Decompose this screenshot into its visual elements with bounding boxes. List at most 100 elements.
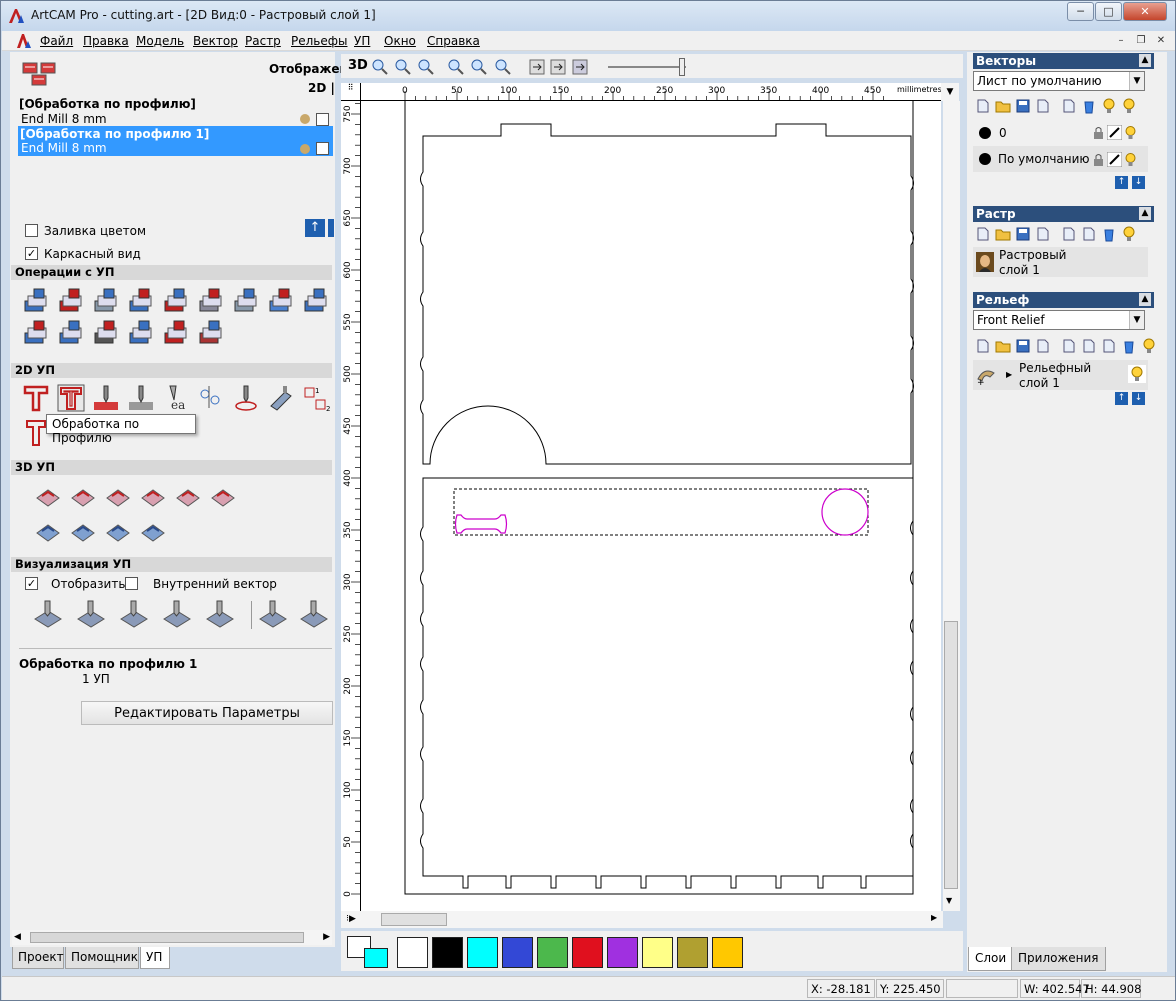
move-down-button[interactable] xyxy=(328,219,334,237)
horizontal-scroll-thumb[interactable] xyxy=(381,913,447,926)
tab-toolpaths[interactable]: УП xyxy=(140,947,170,969)
layer-color-dot[interactable] xyxy=(979,153,991,165)
collapse-up-icon[interactable]: ▲ xyxy=(1139,293,1151,306)
menu-help[interactable]: Справка xyxy=(427,34,480,48)
vectors-header[interactable]: Векторы ▲ xyxy=(973,53,1154,69)
cut-out-icon[interactable] xyxy=(34,517,62,545)
new-relief-icon[interactable] xyxy=(975,338,991,354)
zoom-slider-thumb[interactable] xyxy=(679,58,686,76)
section-toolpath-visualization[interactable]: Визуализация УП xyxy=(11,557,332,572)
top-panel-vector[interactable] xyxy=(420,123,914,465)
film-relief-icon[interactable] xyxy=(1101,338,1117,354)
simulate-toolpath-icon[interactable] xyxy=(92,287,120,315)
transform-toolpath-icon[interactable] xyxy=(232,287,260,315)
color-swatch[interactable] xyxy=(712,937,743,968)
copy-relief-icon[interactable] xyxy=(1035,338,1051,354)
image-raster-icon[interactable] xyxy=(1081,226,1097,242)
profile-3d-icon[interactable] xyxy=(104,517,132,545)
machine-relief-3d-icon[interactable] xyxy=(34,482,62,510)
engraving-icon[interactable]: ea xyxy=(162,384,190,412)
sim-all-icon[interactable] xyxy=(119,599,149,629)
layer-down-button[interactable]: ↓ xyxy=(1132,392,1145,405)
delete-layer-icon[interactable] xyxy=(1081,98,1097,114)
canvas-corner-button[interactable]: ⁝▶ xyxy=(341,911,361,928)
menu-model[interactable]: Модель xyxy=(136,34,184,48)
toolpaths-group-icon[interactable] xyxy=(21,59,61,91)
calculate-toolpath-icon[interactable] xyxy=(22,287,50,315)
tab-layers[interactable]: Слои xyxy=(968,947,1014,971)
raster-header[interactable]: Растр ▲ xyxy=(973,206,1154,222)
section-toolpath-operations[interactable]: Операции с УП xyxy=(11,265,332,280)
profile-machining-icon[interactable] xyxy=(22,384,50,412)
color-swatch[interactable] xyxy=(607,937,638,968)
sequence-icon[interactable]: 12 xyxy=(302,384,330,412)
block-simulation-icon[interactable] xyxy=(302,287,330,315)
bulb-relief-icon[interactable] xyxy=(1141,338,1157,354)
z-level-roughing-icon[interactable] xyxy=(69,482,97,510)
toolpath-list-item[interactable]: [Обработка по профилю] End Mill 8 mm xyxy=(19,96,332,128)
chevron-down-icon[interactable]: ▼ xyxy=(1129,72,1144,90)
zoom-box-icon[interactable] xyxy=(470,58,488,76)
open-folder-relief-icon[interactable] xyxy=(995,338,1011,354)
all-off-bulb-icon[interactable] xyxy=(1121,98,1137,114)
scroll-right-arrow[interactable]: ▶ xyxy=(323,932,330,942)
color-swatch[interactable] xyxy=(397,937,428,968)
sim-block-icon[interactable] xyxy=(33,599,63,629)
menu-file[interactable]: Файл xyxy=(40,34,73,48)
mdi-restore-button[interactable]: ❐ xyxy=(1133,33,1149,48)
zoom-out-icon[interactable] xyxy=(394,58,412,76)
edit-layer-icon[interactable] xyxy=(1107,152,1122,167)
batch-icon[interactable] xyxy=(162,319,190,347)
toolpath-summary-icon[interactable] xyxy=(197,287,225,315)
3d-view-button[interactable]: 3D xyxy=(348,58,368,73)
move-up-button[interactable]: ↑ xyxy=(305,219,325,237)
new-raster-icon[interactable] xyxy=(975,226,991,242)
merge-toolpaths-icon[interactable] xyxy=(162,287,190,315)
close-button[interactable]: ✕ xyxy=(1123,2,1167,21)
left-panel-scrollbar[interactable]: ◀ ▶ xyxy=(12,930,332,945)
paste-relief-icon[interactable] xyxy=(1081,338,1097,354)
relief-layer[interactable]: + ▶ Рельефный слой 1 xyxy=(973,360,1148,390)
paste-layer-icon[interactable] xyxy=(1061,98,1077,114)
toolpath-template-icon[interactable] xyxy=(127,319,155,347)
copy-raster-icon[interactable] xyxy=(1035,226,1051,242)
visibility-bulb-icon[interactable] xyxy=(1123,152,1138,167)
sim-flat-icon[interactable] xyxy=(162,599,192,629)
zoom-slider-track[interactable] xyxy=(608,66,686,68)
export-sim-icon[interactable] xyxy=(299,599,329,629)
lock-icon[interactable] xyxy=(1091,152,1106,167)
new-layer-icon[interactable] xyxy=(975,98,991,114)
relief-select[interactable]: Front Relief ▼ xyxy=(973,310,1145,330)
copy-layer-icon[interactable] xyxy=(1035,98,1051,114)
show-checkbox[interactable]: ✓ xyxy=(25,577,38,590)
mdi-close-button[interactable]: ✕ xyxy=(1153,33,1169,48)
tab-project[interactable]: Проект xyxy=(12,947,64,969)
inlay-icon[interactable] xyxy=(232,384,260,412)
menu-edit[interactable]: Правка xyxy=(83,34,129,48)
section-2d-toolpaths[interactable]: 2D УП xyxy=(11,363,332,378)
profile-machining-2-icon[interactable] xyxy=(57,384,85,412)
menu-raster[interactable]: Растр xyxy=(245,34,281,48)
blend-raster-icon[interactable] xyxy=(1061,226,1077,242)
toolpath-visible-checkbox[interactable] xyxy=(316,113,329,126)
tab-applications[interactable]: Приложения xyxy=(1011,947,1106,971)
canvas-horizontal-scrollbar[interactable]: ▶ xyxy=(361,911,943,928)
menu-vector[interactable]: Вектор xyxy=(193,34,238,48)
mdi-minimize-button[interactable]: – xyxy=(1113,33,1129,48)
scroll-left-arrow[interactable]: ◀ xyxy=(14,932,21,942)
save-layer-icon[interactable] xyxy=(1015,98,1031,114)
pan-icon[interactable] xyxy=(528,58,546,76)
menu-toolpaths[interactable]: УП xyxy=(354,34,370,48)
collapse-up-icon[interactable]: ▲ xyxy=(1139,54,1151,67)
all-on-bulb-icon[interactable] xyxy=(1101,98,1117,114)
zoom-in-icon[interactable] xyxy=(371,58,389,76)
menu-window[interactable]: Окно xyxy=(384,34,416,48)
lettering-icon[interactable] xyxy=(25,419,47,447)
sim-toolpath-icon[interactable] xyxy=(76,599,106,629)
edit-parameters-button[interactable]: Редактировать Параметры xyxy=(81,701,333,725)
lock-icon[interactable] xyxy=(1091,125,1106,140)
3d-raster-icon[interactable] xyxy=(104,482,132,510)
document-icon[interactable] xyxy=(16,33,32,49)
collapse-up-icon[interactable]: ▲ xyxy=(1139,207,1151,220)
color-swatch[interactable] xyxy=(502,937,533,968)
